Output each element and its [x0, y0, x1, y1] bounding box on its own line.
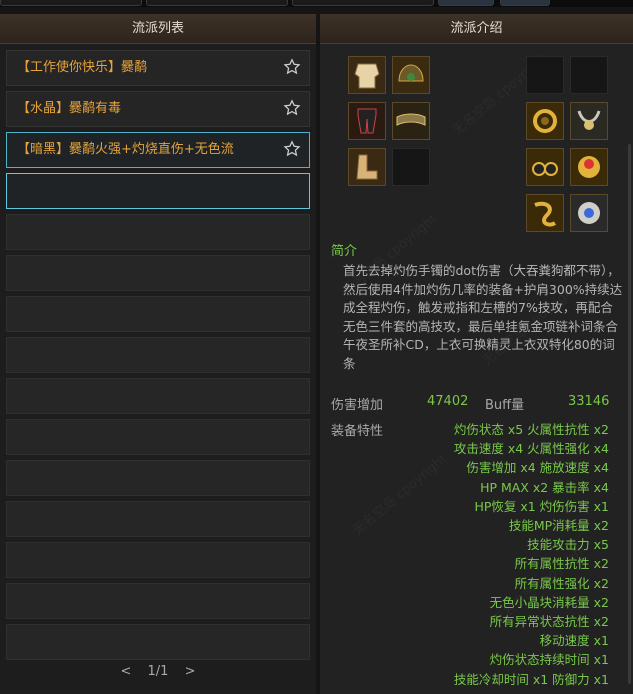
- equip-slot-necklace[interactable]: [570, 102, 608, 140]
- build-item-empty[interactable]: [6, 624, 310, 660]
- build-item-empty[interactable]: [6, 542, 310, 578]
- build-item-empty-highlighted[interactable]: [6, 173, 310, 209]
- ring-icon: [527, 149, 563, 185]
- bracelet-icon: [527, 103, 563, 139]
- trait-line: 所有属性强化 x2: [514, 575, 609, 591]
- top-tab-2[interactable]: [146, 0, 288, 6]
- coat-icon: [349, 57, 385, 93]
- equip-slot-coat[interactable]: [348, 56, 386, 94]
- equip-slot-empty[interactable]: [570, 56, 608, 94]
- equip-slot-head[interactable]: [392, 56, 430, 94]
- necklace-icon: [571, 103, 607, 139]
- build-label: 【暗黑】爨鹬火强+灼烧直伤+无色流: [17, 142, 234, 157]
- equip-slot-empty[interactable]: [526, 56, 564, 94]
- trait-line: 所有属性抗性 x2: [514, 556, 609, 572]
- trait-line: 移动速度 x1: [539, 633, 609, 649]
- pants-icon: [349, 103, 385, 139]
- belt-icon: [393, 103, 429, 139]
- trait-line: 技能冷却时间 x1 防御力 x1: [453, 671, 609, 687]
- equip-slot-magic-stone[interactable]: [526, 194, 564, 232]
- pager-prev-button[interactable]: <: [120, 664, 131, 679]
- top-strip: [0, 0, 633, 7]
- pager-next-button[interactable]: >: [185, 664, 196, 679]
- equip-slot-bracelet[interactable]: [526, 102, 564, 140]
- trait-line: 技能MP消耗量 x2: [508, 518, 609, 534]
- build-item-empty[interactable]: [6, 337, 310, 373]
- buff-value: 33146: [568, 394, 610, 409]
- build-item-empty[interactable]: [6, 378, 310, 414]
- build-item-empty[interactable]: [6, 255, 310, 291]
- equip-slot-shoes[interactable]: [348, 148, 386, 186]
- watermark: 无名空岛 cpoyright: [348, 448, 450, 538]
- orb-icon: [571, 149, 607, 185]
- favorite-star-icon[interactable]: [283, 58, 301, 76]
- top-tab-5[interactable]: [500, 0, 550, 6]
- build-detail-title: 流派介绍: [320, 14, 633, 44]
- intro-text: 首先去掉灼伤手镯的dot伤害（大吞粪狗都不带），然后使用4件加灼伤几率的装备+护…: [343, 263, 623, 371]
- top-tab-4[interactable]: [438, 0, 494, 6]
- trait-line: 攻击速度 x4 火属性强化 x4: [453, 441, 609, 457]
- favorite-star-icon[interactable]: [283, 99, 301, 117]
- top-tab-1[interactable]: [0, 0, 142, 6]
- pager-current: 1/1: [147, 664, 169, 679]
- build-item-2[interactable]: 【水晶】爨鹬有毒: [6, 91, 310, 127]
- build-list-panel: 流派列表 【工作使你快乐】爨鹬 【水晶】爨鹬有毒 【暗黑】爨鹬火强+灼烧直伤+无…: [0, 14, 316, 694]
- build-item-empty[interactable]: [6, 583, 310, 619]
- pager: < 1/1 >: [0, 664, 316, 679]
- trait-line: 伤害增加 x4 施放速度 x4: [466, 460, 609, 476]
- intro-heading: 简介: [331, 244, 358, 259]
- build-item-empty[interactable]: [6, 501, 310, 537]
- trait-line: 灼伤状态持续时间 x1: [489, 652, 609, 668]
- build-item-1[interactable]: 【工作使你快乐】爨鹬: [6, 50, 310, 86]
- build-item-empty[interactable]: [6, 214, 310, 250]
- buff-label: Buff量: [485, 398, 525, 413]
- equip-slot-ring[interactable]: [526, 148, 564, 186]
- favorite-star-icon[interactable]: [283, 140, 301, 158]
- trait-line: 所有异常状态抗性 x2: [489, 614, 609, 630]
- build-label: 【工作使你快乐】爨鹬: [17, 60, 148, 75]
- build-item-empty[interactable]: [6, 296, 310, 332]
- chain-icon: [527, 195, 563, 231]
- top-tab-3[interactable]: [292, 0, 434, 6]
- build-label: 【水晶】爨鹬有毒: [17, 101, 122, 116]
- trait-line: HP MAX x2 暴击率 x4: [480, 479, 609, 495]
- equip-slot-pants[interactable]: [348, 102, 386, 140]
- equip-slot-sub[interactable]: [570, 148, 608, 186]
- build-item-empty[interactable]: [6, 419, 310, 455]
- traits-label: 装备特性: [331, 424, 384, 439]
- build-item-empty[interactable]: [6, 460, 310, 496]
- trait-line: 技能攻击力 x5: [527, 537, 609, 553]
- build-list-title: 流派列表: [0, 14, 316, 44]
- equip-slot-earring[interactable]: [570, 194, 608, 232]
- trait-line: 无色小晶块消耗量 x2: [489, 594, 609, 610]
- damage-value: 47402: [427, 394, 469, 409]
- gear-orb-icon: [571, 195, 607, 231]
- build-item-3[interactable]: 【暗黑】爨鹬火强+灼烧直伤+无色流: [6, 132, 310, 168]
- trait-list: 灼伤状态 x5 火属性抗性 x2 攻击速度 x4 火属性强化 x4 伤害增加 x…: [454, 420, 609, 689]
- damage-label: 伤害增加: [331, 398, 384, 413]
- trait-line: HP恢复 x1 灼伤伤害 x1: [474, 498, 609, 514]
- equip-slot-belt[interactable]: [392, 102, 430, 140]
- equip-slot-empty[interactable]: [392, 148, 430, 186]
- helmet-icon: [393, 57, 429, 93]
- build-list: 【工作使你快乐】爨鹬 【水晶】爨鹬有毒 【暗黑】爨鹬火强+灼烧直伤+无色流: [6, 50, 310, 665]
- boots-icon: [349, 149, 385, 185]
- build-detail-panel: 流派介绍 无名空岛 cpoyright 无名空岛 cpoyright 无名空岛 …: [320, 14, 633, 694]
- detail-scrollbar[interactable]: [628, 144, 631, 684]
- trait-line: 灼伤状态 x5 火属性抗性 x2: [453, 422, 609, 437]
